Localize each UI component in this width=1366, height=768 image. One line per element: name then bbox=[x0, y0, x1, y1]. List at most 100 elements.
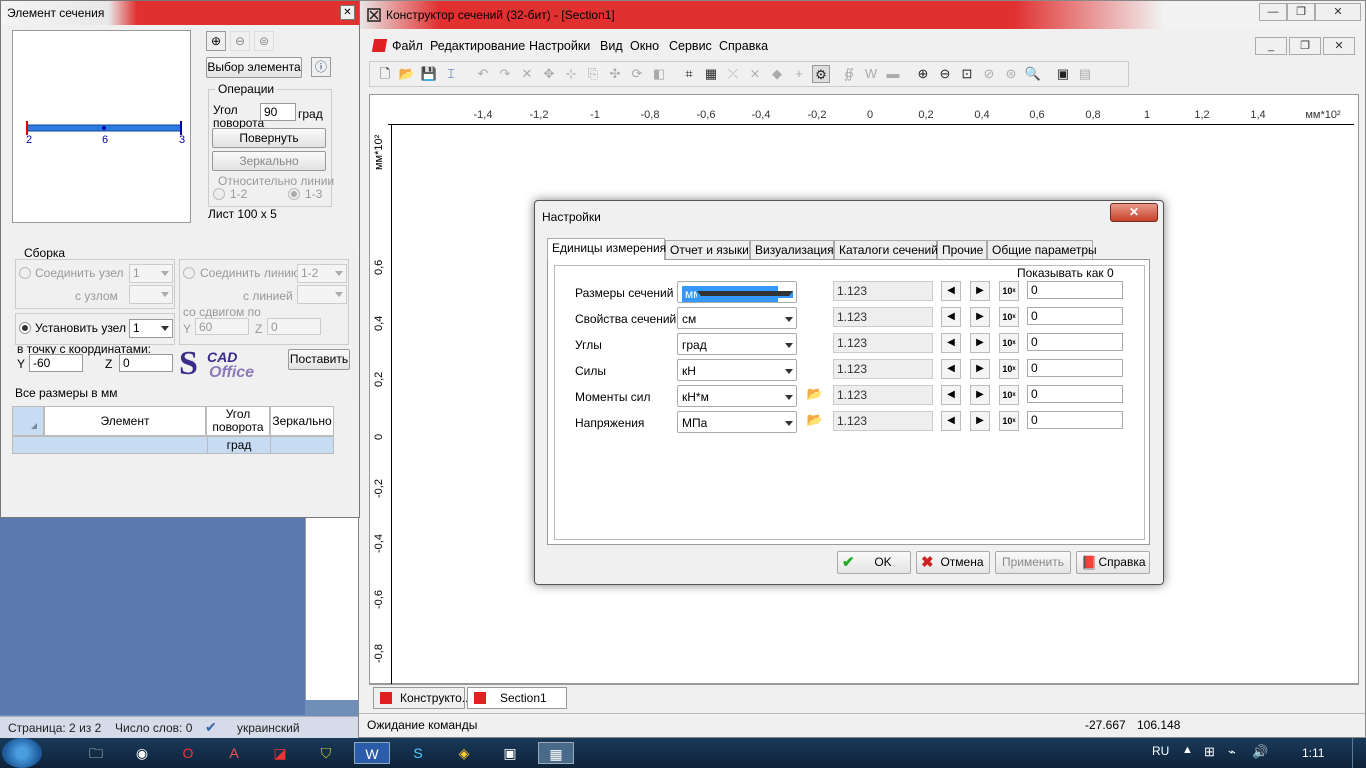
tab-constructor[interactable]: Конструкто... bbox=[373, 687, 472, 709]
doc-restore-button[interactable]: ❐ bbox=[1289, 37, 1321, 55]
redo-icon[interactable]: ↷ bbox=[496, 65, 514, 83]
zoom-all-icon[interactable]: ⊜ bbox=[1002, 65, 1020, 83]
tab-other[interactable]: Прочие bbox=[937, 240, 987, 259]
connect-line-select[interactable]: 1-2 bbox=[297, 264, 347, 283]
delete-icon[interactable]: ✕ bbox=[518, 65, 536, 83]
z-coord-input[interactable]: 0 bbox=[119, 354, 173, 372]
rotate-icon[interactable]: ⟳ bbox=[628, 65, 646, 83]
maximize-button[interactable]: ❐ bbox=[1287, 3, 1315, 21]
decrease-precision-button[interactable]: ◀ bbox=[941, 411, 961, 431]
tab-general-params[interactable]: Общие параметры bbox=[987, 240, 1097, 259]
moments-unit-select[interactable]: кН*м bbox=[677, 385, 797, 407]
increase-precision-button[interactable]: ▶ bbox=[970, 281, 990, 301]
exponent-button[interactable]: 10ˣ bbox=[999, 307, 1019, 327]
section-constructor-taskbar-icon[interactable]: ▦ bbox=[538, 742, 574, 764]
panel-close-button[interactable]: ✕ bbox=[340, 5, 355, 20]
column-mirror[interactable]: Зеркально bbox=[270, 406, 334, 436]
grid-icon[interactable]: ▦ bbox=[702, 65, 720, 83]
radio-connect-line[interactable] bbox=[183, 267, 195, 279]
mirror-button[interactable]: Зеркально bbox=[212, 151, 326, 171]
table-corner[interactable] bbox=[12, 406, 44, 436]
tab-report-languages[interactable]: Отчет и языки bbox=[665, 240, 750, 259]
explorer-icon[interactable]: 🗀 bbox=[78, 742, 114, 764]
paint-icon[interactable]: ⚙ bbox=[812, 65, 830, 83]
decrease-precision-button[interactable]: ◀ bbox=[941, 307, 961, 327]
increase-precision-button[interactable]: ▶ bbox=[970, 359, 990, 379]
info-icon[interactable]: ⓘ bbox=[311, 57, 331, 77]
radio-set-node[interactable] bbox=[19, 322, 31, 334]
shield-icon[interactable]: ⛉ bbox=[308, 742, 344, 764]
power-icon[interactable]: ⌁ bbox=[1228, 744, 1236, 760]
tab-section1[interactable]: Section1 bbox=[467, 687, 567, 709]
open-icon[interactable]: 📂 bbox=[398, 65, 416, 83]
exponent-button[interactable]: 10ˣ bbox=[999, 411, 1019, 431]
select-element-button[interactable]: Выбор элемента bbox=[206, 57, 302, 78]
decrease-precision-button[interactable]: ◀ bbox=[941, 385, 961, 405]
point-icon[interactable]: ◆ bbox=[768, 65, 786, 83]
show-desktop-button[interactable] bbox=[1352, 738, 1366, 768]
plate-icon[interactable]: ▬ bbox=[884, 65, 902, 83]
start-button[interactable] bbox=[2, 738, 42, 768]
menu-view[interactable]: Вид bbox=[600, 39, 623, 53]
section-props-unit-select[interactable]: см bbox=[677, 307, 797, 329]
connect-node-select[interactable]: 1 bbox=[129, 264, 173, 283]
tab-section-catalogs[interactable]: Каталоги сечений bbox=[834, 240, 938, 259]
new-icon[interactable]: 🗋 bbox=[376, 65, 394, 83]
doc-close-button[interactable]: ✕ bbox=[1323, 37, 1355, 55]
exponent-button[interactable]: 10ˣ bbox=[999, 281, 1019, 301]
dialog-close-button[interactable]: ✕ bbox=[1110, 203, 1158, 222]
add-icon[interactable]: + bbox=[790, 65, 808, 83]
zoom-out-icon[interactable]: ⊖ bbox=[936, 65, 954, 83]
zoom-out-icon[interactable]: ⊖ bbox=[230, 31, 250, 51]
angles-unit-select[interactable]: град bbox=[677, 333, 797, 355]
language-indicator[interactable]: RU bbox=[1152, 744, 1169, 758]
with-line-select[interactable] bbox=[297, 285, 347, 304]
minimize-button[interactable]: — bbox=[1259, 3, 1287, 21]
report-icon[interactable]: ▤ bbox=[1076, 65, 1094, 83]
network-icon[interactable]: ⊞ bbox=[1204, 744, 1215, 760]
stresses-zero-input[interactable]: 0 bbox=[1027, 411, 1123, 429]
folder-icon[interactable]: 📂 bbox=[805, 411, 825, 431]
menu-file[interactable]: Файл bbox=[392, 39, 423, 53]
place-button[interactable]: Поставить bbox=[288, 349, 350, 370]
section-sizes-unit-select[interactable]: мм bbox=[677, 281, 797, 303]
column-rotation-angle[interactable]: Угол поворота bbox=[206, 406, 270, 436]
section-icon[interactable]: ⌶ bbox=[442, 65, 460, 83]
zoom-in-icon[interactable]: ⊕ bbox=[914, 65, 932, 83]
decrease-precision-button[interactable]: ◀ bbox=[941, 359, 961, 379]
word-icon[interactable]: W bbox=[354, 742, 390, 764]
snap-icon[interactable]: ⌗ bbox=[680, 65, 698, 83]
weld-icon[interactable]: W bbox=[862, 65, 880, 83]
scad-icon[interactable]: ◪ bbox=[262, 742, 298, 764]
zoom-fit-icon[interactable]: 🔍 bbox=[1024, 65, 1042, 83]
tab-units[interactable]: Единицы измерения bbox=[547, 238, 666, 260]
spellcheck-icon[interactable]: ✔ bbox=[205, 719, 217, 736]
zoom-in-icon[interactable]: ⊕ bbox=[206, 31, 226, 51]
move-node-icon[interactable]: ⊹ bbox=[562, 65, 580, 83]
move-icon[interactable]: ✥ bbox=[540, 65, 558, 83]
angle-input[interactable]: 90 bbox=[260, 103, 296, 121]
increase-precision-button[interactable]: ▶ bbox=[970, 333, 990, 353]
shift-z-input[interactable]: 0 bbox=[267, 318, 321, 335]
exponent-button[interactable]: 10ˣ bbox=[999, 385, 1019, 405]
with-node-select[interactable] bbox=[129, 285, 173, 304]
folder-icon[interactable]: 📂 bbox=[805, 385, 825, 405]
tab-visualization[interactable]: Визуализация bbox=[750, 240, 834, 259]
forces-unit-select[interactable]: кН bbox=[677, 359, 797, 381]
radio-connect-node[interactable] bbox=[19, 267, 31, 279]
radio-line-12[interactable] bbox=[213, 188, 225, 200]
app-generic-icon[interactable]: ▣ bbox=[492, 742, 528, 764]
save-icon[interactable]: 💾 bbox=[420, 65, 438, 83]
apply-button[interactable]: Применить bbox=[995, 551, 1071, 574]
mirror-icon[interactable]: ◧ bbox=[650, 65, 668, 83]
properties-icon[interactable]: ▣ bbox=[1054, 65, 1072, 83]
measure-icon[interactable]: ∯ bbox=[840, 65, 858, 83]
rotate-button[interactable]: Повернуть bbox=[212, 128, 326, 148]
acrobat-icon[interactable]: A bbox=[216, 742, 252, 764]
ok-button[interactable]: ✔ OK bbox=[837, 551, 911, 574]
word-language[interactable]: украинский bbox=[237, 721, 300, 735]
shift-y-input[interactable]: 60 bbox=[195, 318, 249, 335]
undo-icon[interactable]: ↶ bbox=[474, 65, 492, 83]
tray-arrow-icon[interactable]: ▲ bbox=[1182, 744, 1193, 756]
volume-icon[interactable]: 🔊 bbox=[1252, 744, 1268, 760]
